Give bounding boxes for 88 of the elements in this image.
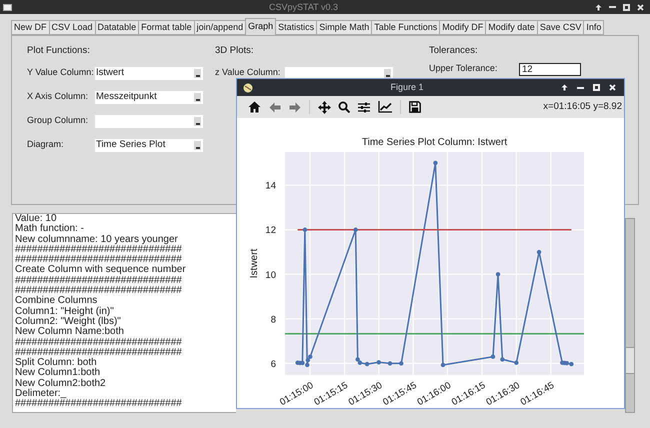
tab[interactable]: Datatable	[94, 20, 140, 35]
column-dropdown[interactable]	[285, 66, 393, 80]
tab[interactable]: Table Functions	[371, 20, 440, 35]
window-title: CSVpySTAT v0.3	[268, 2, 340, 12]
back-arrow-icon[interactable]	[269, 102, 281, 112]
tab[interactable]: Save CSV	[536, 20, 584, 35]
data-point	[302, 228, 308, 232]
column-dropdown[interactable]: Time Series Plot	[95, 138, 203, 152]
tab[interactable]: Modify date	[485, 20, 538, 35]
field-label: Upper Tolerance:	[429, 62, 498, 76]
maximize-icon[interactable]	[623, 4, 630, 10]
log-line: ##############################	[15, 286, 182, 296]
field-label: X Axis Column:	[27, 90, 90, 104]
forward-arrow-icon[interactable]	[289, 102, 301, 112]
data-point	[433, 160, 438, 166]
keep-above-icon[interactable]	[595, 4, 602, 10]
log-line: New Column Name:both	[15, 327, 124, 338]
log-line: ##############################	[15, 255, 182, 266]
move-icon[interactable]	[318, 100, 331, 114]
scrollbar[interactable]	[625, 218, 635, 413]
log-line: Value: 10	[15, 214, 57, 224]
close-icon[interactable]	[637, 4, 644, 10]
y-axis-label: Istwert	[249, 248, 260, 278]
data-point	[376, 360, 381, 364]
search-icon[interactable]	[338, 101, 350, 113]
data-point	[490, 354, 496, 359]
section-heading: 3D Plots:	[215, 44, 255, 58]
log-line: Delimeter:_	[15, 389, 66, 400]
data-point	[496, 272, 500, 276]
data-point	[536, 250, 542, 254]
tab[interactable]: New DF	[11, 20, 50, 35]
tab[interactable]: Info	[583, 20, 604, 35]
tab[interactable]: CSV Load	[48, 20, 96, 35]
data-point	[440, 362, 446, 368]
y-tick-label: 10	[265, 270, 276, 281]
data-point	[399, 361, 404, 366]
log-line: ##############################	[15, 399, 182, 410]
log-line: Math function: -	[15, 224, 84, 234]
data-point	[364, 362, 370, 366]
sliders-icon[interactable]	[358, 102, 370, 112]
field-label: Y Value Column:	[27, 66, 95, 80]
minimize-icon[interactable]	[577, 86, 584, 88]
tab[interactable]: Modify DF	[439, 20, 486, 35]
column-dropdown[interactable]: Istwert	[95, 66, 203, 80]
data-point	[500, 357, 505, 362]
keep-above-icon[interactable]	[561, 84, 568, 91]
cursor-coordinates: x=01:16:05 y=8.92	[543, 100, 622, 114]
log-line: ##############################	[15, 348, 182, 358]
home-icon[interactable]	[248, 101, 261, 113]
maximize-icon[interactable]	[593, 84, 600, 91]
log-line: Split Column: both	[15, 358, 97, 368]
y-tick-label: 12	[265, 225, 276, 236]
data-point	[353, 228, 358, 232]
tolerance-input[interactable]: 12	[519, 62, 581, 76]
log-line: Column2: "Weight (lbs)"	[15, 316, 121, 327]
save-icon[interactable]	[409, 101, 421, 113]
field-label: z Value Column:	[215, 66, 282, 80]
tab[interactable]: Statistics	[275, 20, 318, 35]
column-dropdown[interactable]: Messzeitpunkt	[95, 90, 203, 104]
window-icon	[3, 4, 12, 10]
field-label: Group Column:	[27, 114, 90, 128]
log-line: New columnname: 10 years younger	[15, 234, 178, 245]
tab[interactable]: Format table	[138, 20, 195, 35]
log-line: Combine Columns	[15, 296, 98, 306]
data-point	[514, 360, 519, 365]
y-tick-label: 14	[265, 180, 276, 192]
section-heading: Tolerances:	[429, 44, 479, 58]
line-chart-icon[interactable]	[378, 101, 392, 113]
log-line: Create Column with sequence number	[15, 265, 186, 276]
log-line: ##############################	[15, 244, 182, 255]
log-line: ##############################	[15, 276, 182, 286]
scrollbar-thumb[interactable]	[626, 347, 634, 374]
close-icon[interactable]	[609, 84, 616, 91]
figure-app-icon	[243, 82, 253, 92]
figure-title: Figure 1	[389, 83, 425, 92]
y-tick-label: 6	[270, 358, 276, 370]
chart-title: Time Series Plot Column: Istwert	[362, 137, 508, 148]
log-line: New Column1:both	[15, 368, 100, 378]
section-heading: Plot Functions:	[27, 44, 91, 58]
tab[interactable]: join/append	[194, 20, 246, 35]
y-tick-label: 8	[270, 314, 276, 326]
log-line: New Column2:both2	[15, 378, 106, 389]
log-line: ##############################	[15, 338, 182, 348]
data-point	[388, 361, 392, 366]
field-label: Diagram:	[27, 138, 65, 152]
log-text-area[interactable]	[12, 213, 236, 413]
log-line: Column1: "Height (in)"	[15, 306, 114, 317]
tab[interactable]: Simple Math	[316, 20, 372, 35]
